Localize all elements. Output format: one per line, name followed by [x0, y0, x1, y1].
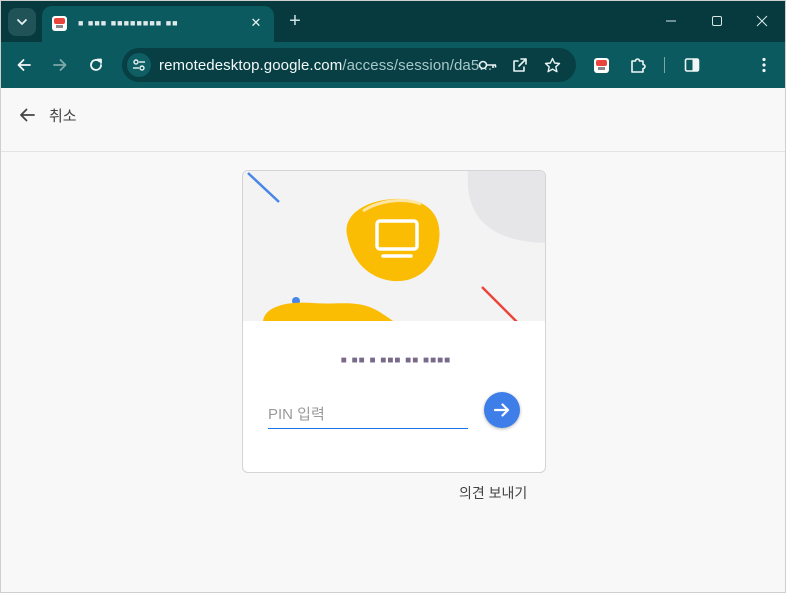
page-content: 취소 ■ ■■ ■ ■■■ ■■ ■■■■ 의견 보내기 — [1, 88, 785, 592]
more-menu-icon — [762, 57, 766, 73]
cancel-button[interactable]: 취소 — [17, 103, 77, 127]
arrow-right-icon — [493, 403, 510, 417]
tab-title: ■ ■■■ ■■■■■■■■ ■■ — [78, 15, 228, 31]
back-arrow-icon — [17, 105, 37, 125]
browser-toolbar: remotedesktop.google.com/access/session/… — [1, 42, 785, 88]
back-button[interactable] — [11, 52, 37, 78]
forward-arrow-icon — [53, 59, 67, 71]
url-host: remotedesktop.google.com — [159, 57, 343, 74]
pin-entry-card: ■ ■■ ■ ■■■ ■■ ■■■■ — [242, 170, 546, 473]
site-info-icon — [133, 59, 145, 71]
close-icon — [756, 15, 768, 27]
extensions-button[interactable] — [625, 52, 651, 78]
open-in-app-button[interactable] — [510, 55, 530, 75]
reload-icon — [90, 58, 102, 71]
close-window-button[interactable] — [747, 9, 777, 33]
key-icon — [478, 60, 497, 70]
page-divider — [1, 151, 785, 152]
url-text[interactable]: remotedesktop.google.com/access/session/… — [159, 57, 492, 74]
chevron-down-icon — [17, 19, 27, 26]
back-arrow-icon — [17, 59, 31, 71]
tab-search-button[interactable] — [8, 8, 36, 36]
plus-icon: + — [289, 10, 301, 32]
maximize-button[interactable] — [702, 9, 732, 33]
minimize-icon — [666, 20, 676, 22]
open-in-app-icon — [513, 58, 527, 72]
new-tab-button[interactable]: + — [284, 10, 306, 32]
more-menu-button[interactable] — [751, 52, 777, 78]
send-feedback-link[interactable]: 의견 보내기 — [459, 483, 527, 503]
tab-strip: ■ ■■■ ■■■■■■■■ ■■ ✕ + — [1, 1, 785, 42]
browser-window: ■ ■■■ ■■■■■■■■ ■■ ✕ + remotedesktop.goog… — [0, 0, 786, 593]
chrome-remote-desktop-icon — [52, 16, 67, 31]
extension-icon — [631, 58, 646, 73]
star-icon — [544, 57, 560, 72]
pin-input[interactable] — [268, 401, 468, 429]
hero-illustration — [243, 171, 545, 321]
password-key-button[interactable] — [478, 55, 498, 75]
chrome-remote-desktop-extension[interactable] — [594, 58, 609, 73]
minimize-button[interactable] — [656, 9, 686, 33]
side-panel-button[interactable] — [679, 52, 705, 78]
close-icon: ✕ — [250, 15, 262, 30]
submit-pin-button[interactable] — [484, 392, 520, 428]
url-path: /access/session/da5... — [342, 57, 493, 74]
site-info-button[interactable] — [127, 53, 151, 77]
remote-computer-illustration — [247, 171, 545, 321]
tab-title-text: ■ ■■■ ■■■■■■■■ ■■ — [78, 18, 179, 28]
tab-close-button[interactable]: ✕ — [246, 13, 266, 33]
side-panel-icon — [684, 58, 700, 72]
reload-button[interactable] — [83, 52, 109, 78]
active-tab[interactable]: ■ ■■■ ■■■■■■■■ ■■ ✕ — [42, 6, 274, 42]
forward-button[interactable] — [47, 52, 73, 78]
bookmark-button[interactable] — [542, 55, 562, 75]
cancel-label: 취소 — [49, 107, 77, 125]
host-name-text: ■ ■■ ■ ■■■ ■■ ■■■■ — [340, 354, 452, 366]
toolbar-divider — [664, 57, 665, 73]
maximize-icon — [712, 16, 722, 26]
host-name: ■ ■■ ■ ■■■ ■■ ■■■■ — [313, 353, 479, 367]
address-bar[interactable]: remotedesktop.google.com/access/session/… — [122, 48, 576, 82]
